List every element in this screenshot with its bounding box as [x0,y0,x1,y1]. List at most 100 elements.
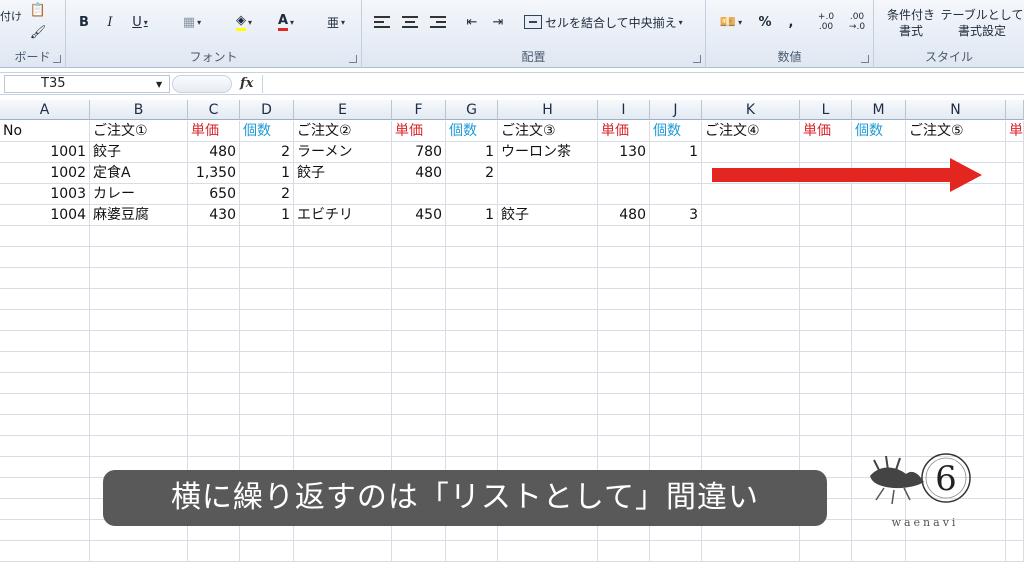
grid-cell[interactable] [446,541,498,562]
grid-cell[interactable] [598,226,650,247]
fill-color-button[interactable]: ◈ ▾ [226,12,262,32]
grid-cell[interactable] [800,310,852,331]
grid-cell[interactable] [294,226,392,247]
grid-cell[interactable] [240,268,294,289]
grid-cell[interactable] [188,394,240,415]
column-header[interactable]: B [90,100,188,120]
grid-cell[interactable] [498,289,598,310]
grid-cell[interactable] [852,541,906,562]
header-cell[interactable]: 単価 [392,121,446,142]
accounting-format-button[interactable]: 💴 ▾ [714,12,748,32]
grid-cell[interactable] [598,394,650,415]
grid-cell[interactable] [650,373,702,394]
phonetic-button[interactable]: 亜 ▾ [318,12,354,32]
grid-cell[interactable] [598,541,650,562]
grid-cell[interactable] [294,184,392,205]
grid-cell[interactable] [90,268,188,289]
grid-cell[interactable] [294,310,392,331]
grid-cell[interactable] [498,373,598,394]
grid-cell[interactable] [90,541,188,562]
grid-cell[interactable] [90,415,188,436]
grid-cell[interactable] [188,541,240,562]
grid-cell[interactable] [1006,226,1024,247]
grid-cell[interactable] [852,247,906,268]
grid-cell[interactable] [852,352,906,373]
grid-cell[interactable]: 780 [392,142,446,163]
grid-cell[interactable] [188,331,240,352]
grid-cell[interactable] [650,247,702,268]
grid-cell[interactable]: 餃子 [90,142,188,163]
grid-cell[interactable] [650,352,702,373]
grid-cell[interactable] [0,352,90,373]
grid-cell[interactable]: 2 [240,184,294,205]
grid-cell[interactable] [446,415,498,436]
grid-cell[interactable]: 1 [446,142,498,163]
grid-cell[interactable] [0,478,90,499]
grid-cell[interactable] [90,436,188,457]
grid-cell[interactable] [1006,163,1024,184]
grid-cell[interactable] [852,142,906,163]
grid-cell[interactable] [852,184,906,205]
paste-label[interactable]: 付け [0,6,22,26]
grid-cell[interactable] [800,373,852,394]
column-header[interactable]: N [906,100,1006,120]
grid-cell[interactable] [702,205,800,226]
grid-cell[interactable] [800,541,852,562]
grid-cell[interactable] [392,394,446,415]
grid-cell[interactable] [852,226,906,247]
grid-cell[interactable]: ウーロン茶 [498,142,598,163]
grid-cell[interactable] [498,394,598,415]
grid-cell[interactable] [650,541,702,562]
copy-icon[interactable]: 📋 [26,0,50,20]
grid-cell[interactable] [294,415,392,436]
underline-button[interactable]: U ▾ [126,12,154,32]
grid-cell[interactable] [446,247,498,268]
grid-cell[interactable] [392,436,446,457]
grid-cell[interactable] [0,226,90,247]
grid-cell[interactable]: 480 [598,205,650,226]
grid-cell[interactable] [498,541,598,562]
grid-cell[interactable] [0,289,90,310]
column-header[interactable]: C [188,100,240,120]
grid-cell[interactable] [650,184,702,205]
grid-cell[interactable] [1006,331,1024,352]
grid-cell[interactable]: 1 [650,142,702,163]
grid-cell[interactable] [702,394,800,415]
grid-cell[interactable] [498,247,598,268]
grid-cell[interactable] [906,268,1006,289]
font-color-button[interactable]: A ▾ [268,12,304,32]
grid-cell[interactable] [498,415,598,436]
header-cell[interactable]: 単 [1006,121,1024,142]
grid-cell[interactable] [1006,247,1024,268]
grid-cell[interactable]: 480 [188,142,240,163]
grid-cell[interactable] [800,394,852,415]
grid-cell[interactable] [294,247,392,268]
grid-cell[interactable] [598,163,650,184]
grid-cell[interactable] [1006,373,1024,394]
grid-cell[interactable] [240,541,294,562]
align-center-button[interactable] [400,12,420,32]
header-cell[interactable]: No [0,121,90,142]
grid-cell[interactable] [650,331,702,352]
grid-cell[interactable] [0,499,90,520]
grid-cell[interactable] [702,415,800,436]
grid-cell[interactable] [294,289,392,310]
alignment-launcher-icon[interactable] [693,55,701,63]
grid-cell[interactable] [90,373,188,394]
grid-cell[interactable] [852,415,906,436]
grid-cell[interactable] [1006,310,1024,331]
grid-cell[interactable] [906,247,1006,268]
grid-cell[interactable] [800,436,852,457]
grid-cell[interactable] [0,457,90,478]
grid-cell[interactable] [392,268,446,289]
grid-cell[interactable] [392,289,446,310]
grid-cell[interactable] [90,247,188,268]
grid-cell[interactable] [188,289,240,310]
grid-cell[interactable] [240,331,294,352]
grid-cell[interactable] [392,310,446,331]
grid-cell[interactable] [906,541,1006,562]
grid-cell[interactable] [852,331,906,352]
grid-cell[interactable] [852,373,906,394]
header-cell[interactable]: ご注文① [90,121,188,142]
grid-cell[interactable] [800,415,852,436]
